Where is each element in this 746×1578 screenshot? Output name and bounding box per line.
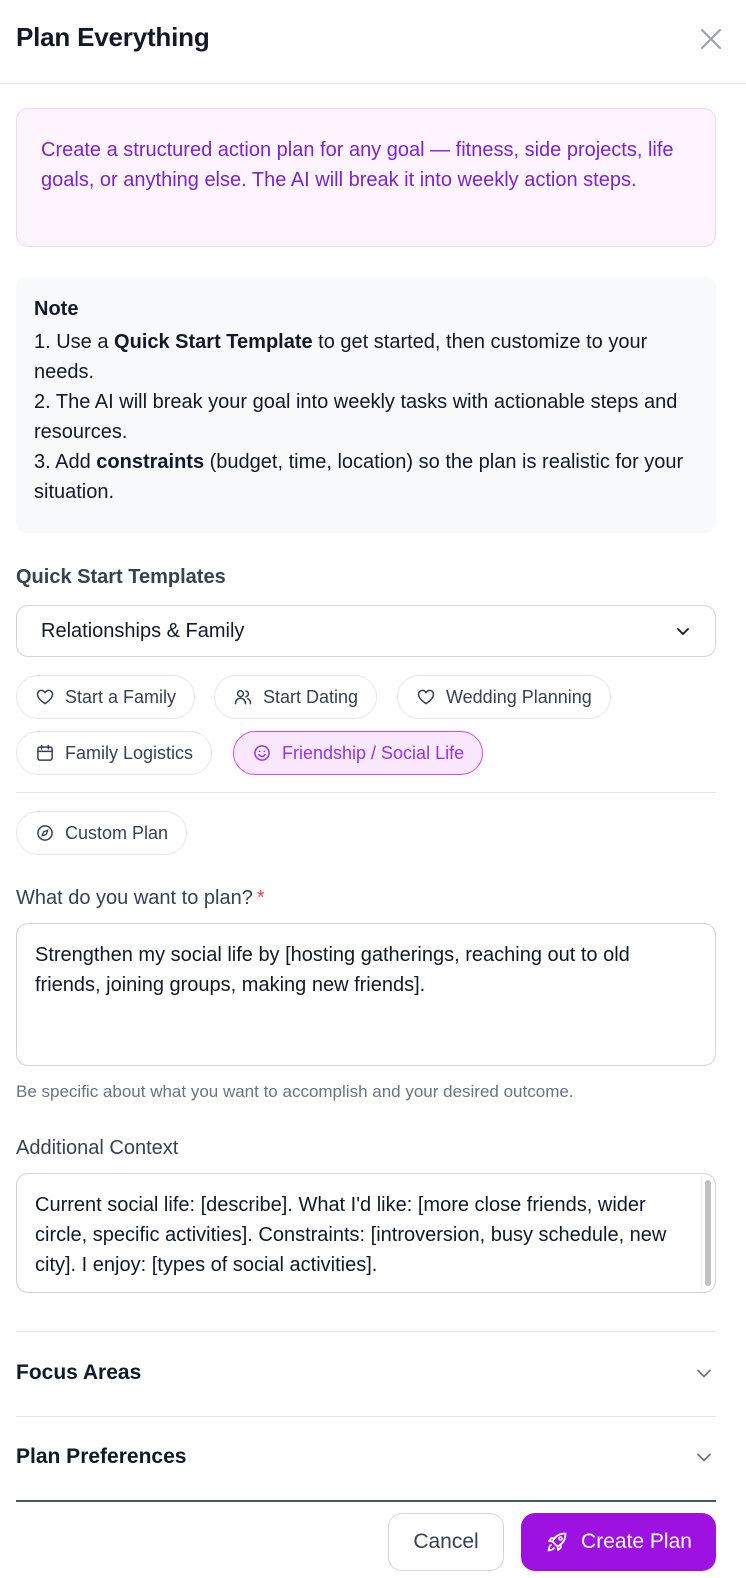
chip-label: Start Dating — [263, 686, 359, 707]
dialog-title: Plan Everything — [16, 22, 210, 52]
custom-plan-label: Custom Plan — [65, 822, 169, 843]
close-button[interactable] — [696, 24, 726, 54]
template-chip-wedding-planning[interactable]: Wedding Planning — [397, 675, 611, 719]
footer-divider — [16, 1500, 716, 1502]
note-item-3: 3. Add constraints (budget, time, locati… — [34, 447, 698, 507]
context-scrollbar-thumb[interactable] — [705, 1180, 711, 1286]
note-item-1-bold: Quick Start Template — [114, 331, 313, 353]
context-value: Current social life: [describe]. What I'… — [35, 1194, 667, 1276]
template-category-value: Relationships & Family — [41, 619, 245, 642]
goal-textarea[interactable]: Strengthen my social life by [hosting ga… — [16, 923, 716, 1066]
note-item-3-bold: constraints — [96, 451, 205, 473]
template-chip-friendship-social-life[interactable]: Friendship / Social Life — [233, 731, 484, 775]
template-chip-family-logistics[interactable]: Family Logistics — [16, 731, 213, 775]
required-marker: * — [256, 887, 265, 909]
note-item-1: 1. Use a Quick Start Template to get sta… — [34, 327, 698, 387]
note-title: Note — [34, 298, 79, 320]
note-item-1-prefix: 1. Use a — [34, 331, 115, 353]
compass-icon — [37, 825, 53, 841]
cancel-label: Cancel — [413, 1530, 479, 1553]
context-label: Additional Context — [16, 1137, 179, 1159]
intro-banner: Create a structured action plan for any … — [16, 108, 716, 247]
chip-label: Friendship / Social Life — [282, 742, 465, 763]
plan-preferences-accordion[interactable]: Plan Preferences — [16, 1415, 716, 1499]
smile-icon — [254, 745, 270, 761]
template-category-select[interactable]: Relationships & Family — [16, 605, 716, 657]
goal-label: What do you want to plan? * — [16, 887, 265, 910]
chip-label: Start a Family — [65, 686, 177, 707]
template-chip-start-dating[interactable]: Start Dating — [214, 675, 378, 719]
heart-icon — [36, 689, 54, 705]
custom-plan-chip[interactable]: Custom Plan — [16, 811, 188, 855]
goal-helper-text: Be specific about what you want to accom… — [16, 1082, 574, 1101]
chip-label: Family Logistics — [65, 742, 194, 763]
heart-icon — [417, 689, 435, 705]
rocket-icon — [547, 1532, 567, 1552]
templates-label: Quick Start Templates — [16, 566, 226, 588]
intro-text: Create a structured action plan for any … — [41, 139, 674, 191]
plan-preferences-title: Plan Preferences — [16, 1445, 187, 1468]
context-scrollbar[interactable] — [701, 1176, 713, 1290]
chevron-down-icon — [697, 1369, 711, 1378]
calendar-icon — [37, 744, 53, 761]
template-chip-start-a-family[interactable]: Start a Family — [16, 675, 196, 719]
close-icon — [700, 28, 722, 50]
note-item-2: 2. The AI will break your goal into week… — [34, 391, 678, 443]
create-plan-label: Create Plan — [581, 1530, 692, 1553]
goal-value: Strengthen my social life by [hosting ga… — [35, 944, 630, 996]
note-item-3-prefix: 3. Add — [34, 451, 97, 473]
context-textarea[interactable]: Current social life: [describe]. What I'… — [16, 1173, 716, 1293]
chevron-down-icon — [677, 628, 689, 635]
create-plan-button[interactable]: Create Plan — [521, 1513, 716, 1571]
focus-areas-title: Focus Areas — [16, 1361, 142, 1384]
cancel-button[interactable]: Cancel — [388, 1513, 504, 1571]
chip-label: Wedding Planning — [446, 686, 592, 707]
note-box: Note 1. Use a Quick Start Template to ge… — [16, 277, 716, 533]
users-icon — [234, 690, 252, 705]
dialog-header: Plan Everything — [0, 0, 746, 84]
focus-areas-accordion[interactable]: Focus Areas — [16, 1331, 716, 1415]
goal-label-text: What do you want to plan? — [16, 887, 253, 909]
divider — [16, 792, 716, 793]
chevron-down-icon — [697, 1453, 711, 1462]
